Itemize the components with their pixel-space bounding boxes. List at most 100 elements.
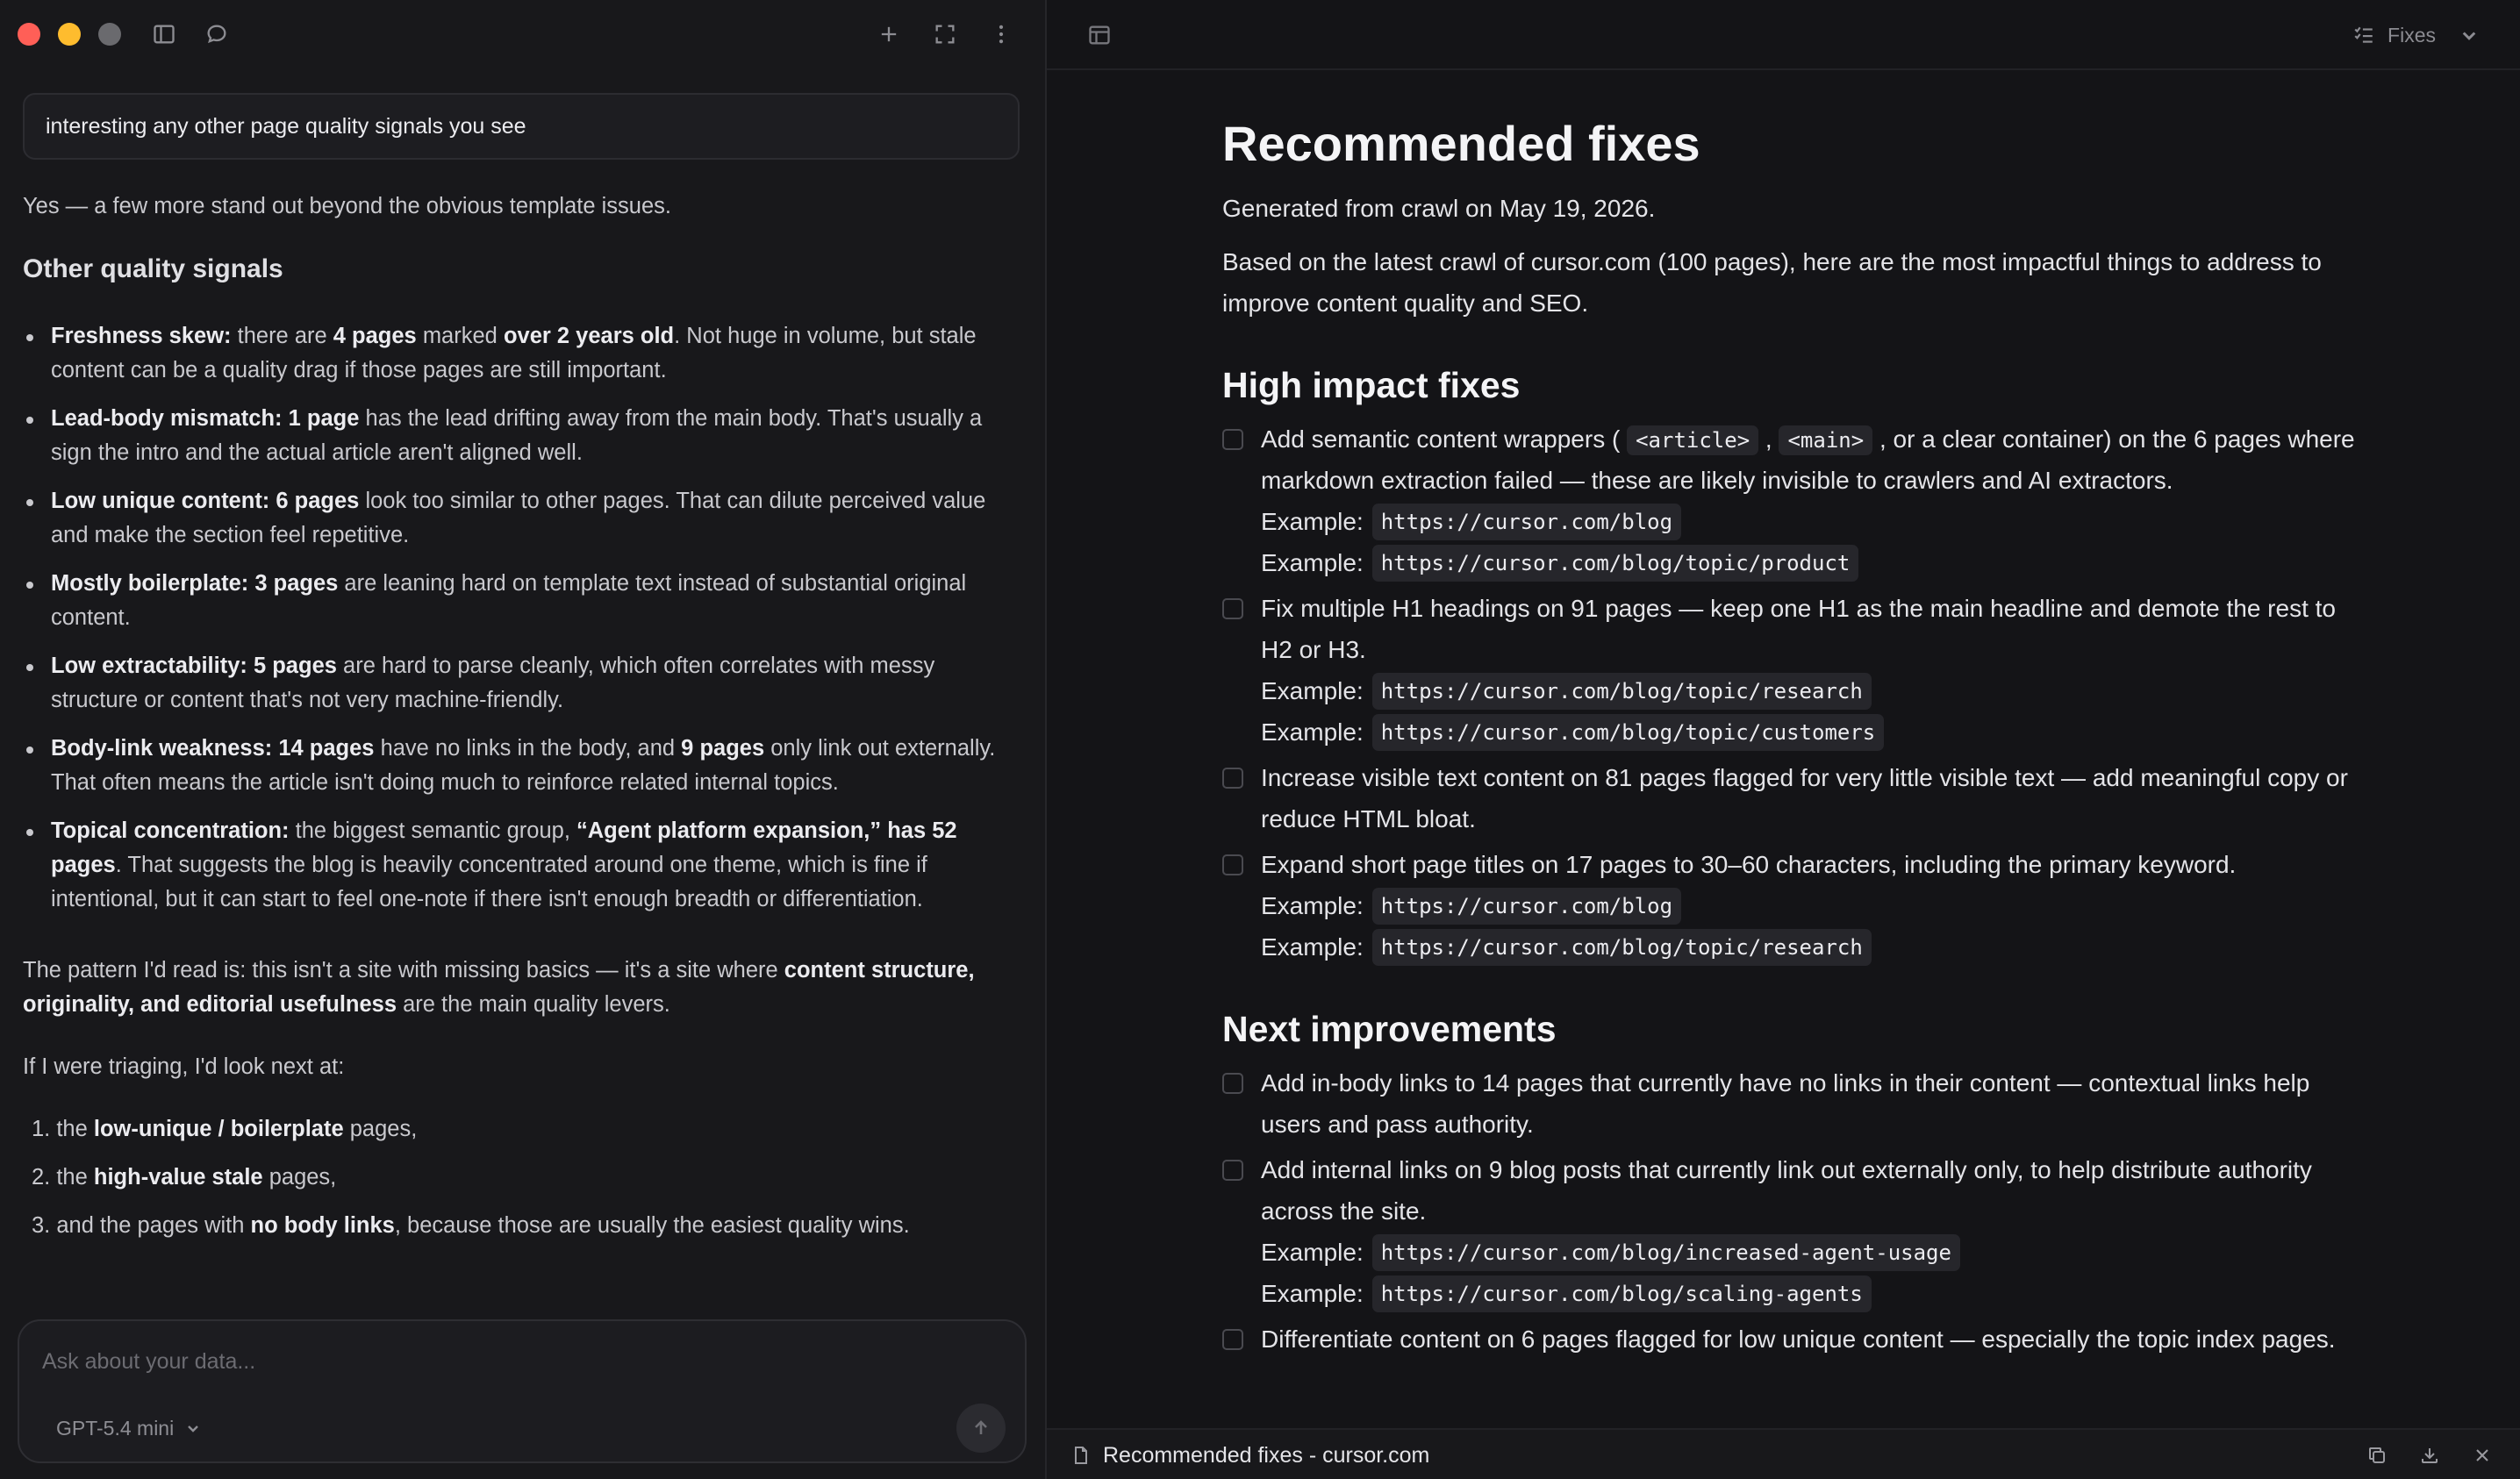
copy-icon[interactable] <box>2362 1440 2392 1470</box>
triage-item: 3. and the pages with no body links, bec… <box>23 1209 1023 1243</box>
sidebar-toggle-icon[interactable] <box>147 18 181 51</box>
emphasis-text: 4 pages <box>333 324 417 348</box>
document-footer: Recommended fixes - cursor.com <box>1047 1428 2520 1479</box>
close-icon[interactable] <box>2467 1440 2497 1470</box>
example-label: Example: <box>1261 549 1364 576</box>
fix-text: Differentiate content on 6 pages flagged… <box>1261 1325 2336 1353</box>
footer-actions <box>2362 1440 2497 1470</box>
example-url[interactable]: https://cursor.com/blog/increased-agent-… <box>1371 1233 1960 1271</box>
fix-text: Add semantic content wrappers ( <box>1261 425 1628 453</box>
fix-item: Add semantic content wrappers ( <article… <box>1222 418 2520 583</box>
signal-label: Body-link weakness: 14 pages <box>51 736 375 761</box>
example-label: Example: <box>1261 677 1364 704</box>
fixes-document: Recommended fixes Generated from crawl o… <box>1222 112 2520 1364</box>
fixes-view-selector[interactable]: Fixes <box>2352 18 2436 53</box>
fix-checkbox[interactable] <box>1222 768 1243 789</box>
example-row: Example: https://cursor.com/blog <box>1261 885 2520 926</box>
fix-description: Add semantic content wrappers ( <article… <box>1261 418 2358 501</box>
example-row: Example: https://cursor.com/blog/scaling-… <box>1261 1273 2520 1314</box>
minimize-window-button[interactable] <box>58 23 81 46</box>
zoom-window-button[interactable] <box>98 23 121 46</box>
model-name: GPT-5.4 mini <box>56 1416 175 1440</box>
quality-signal-item: Lead-body mismatch: 1 page has the lead … <box>23 402 1023 470</box>
footer-document-title: Recommended fixes - cursor.com <box>1103 1443 1430 1468</box>
emphasis-text: 9 pages <box>681 736 765 761</box>
model-selector[interactable]: GPT-5.4 mini <box>56 1412 200 1444</box>
fix-text: Add in-body links to 14 pages that curre… <box>1261 1069 2310 1138</box>
fix-checkbox[interactable] <box>1222 598 1243 619</box>
document-intro: Based on the latest crawl of cursor.com … <box>1222 248 2322 317</box>
expand-icon[interactable] <box>928 18 962 51</box>
quality-signal-item: Body-link weakness: 14 pages have no lin… <box>23 732 1023 800</box>
example-url[interactable]: https://cursor.com/blog/topic/customers <box>1371 713 1885 751</box>
signal-label: Topical concentration: <box>51 818 290 843</box>
fix-checkbox[interactable] <box>1222 1073 1243 1094</box>
generated-note: Generated from crawl on May 19, 2026. <box>1222 195 1656 222</box>
fix-checkbox[interactable] <box>1222 1329 1243 1350</box>
assistant-reply: Yes — a few more stand out beyond the ob… <box>23 189 1023 1257</box>
fix-item: Differentiate content on 6 pages flagged… <box>1222 1318 2520 1360</box>
document-panel: Fixes Recommended fixes Generated from c… <box>1047 0 2520 1479</box>
inline-code: <article> <box>1627 425 1759 455</box>
signal-label: Freshness skew: <box>51 324 232 348</box>
example-url[interactable]: https://cursor.com/blog <box>1371 887 1682 925</box>
fix-text: , <box>1758 425 1779 453</box>
emphasis-text: no body links <box>250 1213 395 1238</box>
example-row: Example: https://cursor.com/blog/topic/cu… <box>1261 711 2520 753</box>
fix-description: Add internal links on 9 blog posts that … <box>1261 1149 2358 1232</box>
example-row: Example: https://cursor.com/blog/topic/re… <box>1261 926 2520 968</box>
fix-checkbox[interactable] <box>1222 854 1243 875</box>
example-row: Example: https://cursor.com/blog/topic/pr… <box>1261 542 2520 583</box>
fixes-dropdown-chevron-icon[interactable] <box>2453 19 2485 51</box>
download-icon[interactable] <box>2415 1440 2445 1470</box>
document-title: Recommended fixes <box>1222 116 1700 171</box>
fix-description: Fix multiple H1 headings on 91 pages — k… <box>1261 588 2358 670</box>
fix-item: Expand short page titles on 17 pages to … <box>1222 844 2520 968</box>
composer: GPT-5.4 mini <box>18 1319 1027 1463</box>
quality-signal-item: Mostly boilerplate: 3 pages are leaning … <box>23 567 1023 635</box>
example-url[interactable]: https://cursor.com/blog/topic/research <box>1371 672 1872 710</box>
next-improvements-list: Add in-body links to 14 pages that curre… <box>1222 1062 2520 1360</box>
triage-item: 2. the high-value stale pages, <box>23 1161 1023 1195</box>
example-url[interactable]: https://cursor.com/blog/topic/product <box>1371 544 1859 582</box>
fix-checkbox[interactable] <box>1222 429 1243 450</box>
example-url[interactable]: https://cursor.com/blog <box>1371 503 1682 540</box>
fix-checkbox[interactable] <box>1222 1160 1243 1181</box>
user-message: interesting any other page quality signa… <box>23 93 1020 160</box>
signal-label: Low unique content: 6 pages <box>51 489 360 513</box>
fix-text: Increase visible text content on 81 page… <box>1261 764 2348 832</box>
inline-code: <main> <box>1779 425 1873 455</box>
example-label: Example: <box>1261 933 1364 961</box>
example-url[interactable]: https://cursor.com/blog/topic/research <box>1371 928 1872 966</box>
chat-bubble-icon[interactable] <box>200 18 233 51</box>
checklist-icon <box>2354 26 2373 43</box>
example-label: Example: <box>1261 1239 1364 1266</box>
example-label: Example: <box>1261 892 1364 919</box>
layout-panel-icon[interactable] <box>1082 18 1117 53</box>
more-options-icon[interactable] <box>984 18 1018 51</box>
example-url[interactable]: https://cursor.com/blog/scaling-agents <box>1371 1275 1872 1312</box>
emphasis-text: low-unique / boilerplate <box>93 1117 344 1141</box>
example-row: Example: https://cursor.com/blog/increase… <box>1261 1232 2520 1273</box>
send-button[interactable] <box>956 1404 1006 1453</box>
signal-label: Lead-body mismatch: 1 page <box>51 406 360 431</box>
document-toolbar: Fixes <box>1047 0 2520 70</box>
chat-input[interactable] <box>42 1342 990 1381</box>
new-chat-plus-icon[interactable] <box>872 18 906 51</box>
signal-label: Mostly boilerplate: 3 pages <box>51 571 339 596</box>
body-text: 1. the <box>32 1117 94 1141</box>
example-label: Example: <box>1261 508 1364 535</box>
body-text: pages, <box>343 1117 418 1141</box>
body-text: there are <box>231 324 333 348</box>
close-window-button[interactable] <box>18 23 40 46</box>
body-text: the biggest semantic group, <box>289 818 577 843</box>
body-text: 2. the <box>32 1165 94 1190</box>
user-message-text: interesting any other page quality signa… <box>46 113 526 139</box>
body-text: , because those are usually the easiest … <box>394 1213 910 1238</box>
body-text: have no links in the body, and <box>374 736 682 761</box>
fix-item: Add in-body links to 14 pages that curre… <box>1222 1062 2520 1145</box>
high-impact-list: Add semantic content wrappers ( <article… <box>1222 418 2520 968</box>
title-bar <box>0 0 1045 68</box>
quality-signal-item: Freshness skew: there are 4 pages marked… <box>23 319 1023 388</box>
example-label: Example: <box>1261 718 1364 746</box>
